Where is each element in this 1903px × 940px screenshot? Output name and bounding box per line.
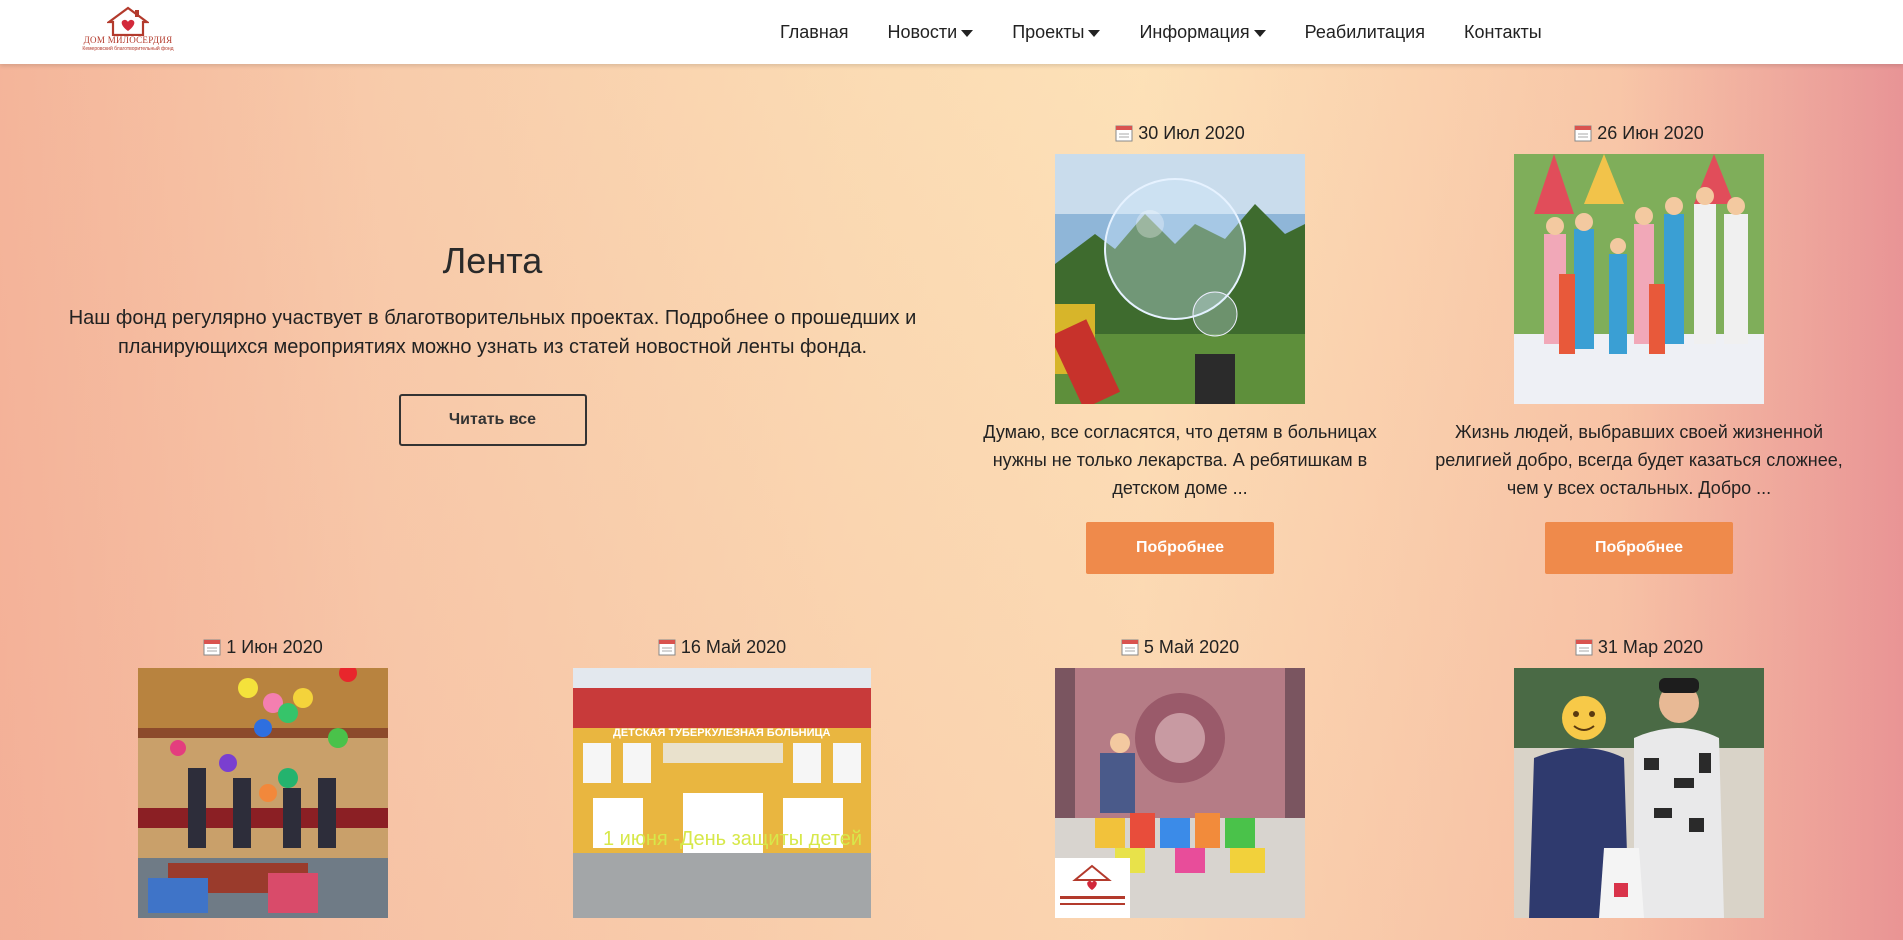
post-excerpt: Думаю, все согласятся, что детям в больн… (983, 422, 1377, 498)
calendar-icon (1575, 639, 1593, 656)
nav-contacts-label: Контакты (1463, 21, 1542, 42)
post-date: 30 Июл 2020 (970, 122, 1390, 144)
hospital-building-image: ДЕТСКАЯ ТУБЕРКУЛЕЗНАЯ БОЛЬНИЦА (573, 668, 871, 918)
post-date-text: 1 Июн 2020 (226, 636, 323, 657)
post-date: 26 Июн 2020 (1429, 122, 1849, 144)
post-date: 5 Май 2020 (970, 636, 1390, 658)
post-date: 16 Май 2020 (512, 636, 932, 658)
post-image[interactable] (138, 668, 388, 918)
calendar-icon (658, 639, 676, 656)
logo-title: ДОМ МИЛОСЕРДИЯ (83, 35, 173, 45)
nav-contacts[interactable]: Контакты (1464, 22, 1542, 43)
post-date-text: 5 Май 2020 (1143, 636, 1240, 657)
image-caption: 1 июня -День защиты детей (603, 828, 863, 850)
caret-down-icon (1088, 29, 1101, 37)
main-nav: Главная Новости Проекты Информация Реаби… (780, 0, 1581, 64)
post-image[interactable] (1514, 154, 1764, 404)
post-date: 31 Мар 2020 (1429, 636, 1849, 658)
nav-info-label: Информация (1139, 21, 1250, 42)
post-date-text: 30 Июл 2020 (1138, 122, 1245, 143)
post-image[interactable] (1055, 154, 1305, 404)
soap-bubbles-image (1055, 154, 1305, 404)
feed-description: Наш фонд регулярно участвует в благотвор… (68, 307, 917, 358)
building-sign: ДЕТСКАЯ ТУБЕРКУЛЕЗНАЯ БОЛЬНИЦА (613, 727, 831, 739)
donations-image (1055, 668, 1305, 918)
logo[interactable]: ДОМ МИЛОСЕРДИЯ Кемеровский благотворител… (78, 6, 178, 58)
read-all-button[interactable]: Читать все (398, 394, 587, 446)
post-image[interactable] (1055, 668, 1305, 918)
header: ДОМ МИЛОСЕРДИЯ Кемеровский благотворител… (0, 0, 1903, 64)
two-people-image (1514, 668, 1764, 918)
nav-rehab-label: Реабилитация (1304, 21, 1425, 42)
feed-title: Лента (442, 240, 543, 281)
nav-rehab[interactable]: Реабилитация (1305, 22, 1425, 43)
feed-intro: Лента Наш фонд регулярно участвует в бла… (40, 240, 945, 446)
nav-info[interactable]: Информация (1139, 21, 1266, 43)
post-image[interactable]: ДЕТСКАЯ ТУБЕРКУЛЕЗНАЯ БОЛЬНИЦА 1 июня -Д… (573, 668, 871, 918)
news-card: 26 Июн 2020 Жизнь людей, выбравших своей… (1429, 122, 1849, 574)
balloons-image (138, 668, 388, 918)
caret-down-icon (1253, 29, 1266, 37)
calendar-icon (203, 639, 221, 656)
nav-home[interactable]: Главная (780, 22, 849, 43)
news-card: 31 Мар 2020 (1429, 636, 1849, 918)
more-button[interactable]: Побробнее (1086, 522, 1274, 574)
news-card: 5 Май 2020 (970, 636, 1390, 918)
caret-down-icon (961, 29, 974, 37)
nav-home-label: Главная (780, 21, 849, 42)
house-heart-icon (107, 6, 149, 36)
post-date-text: 31 Мар 2020 (1597, 636, 1704, 657)
nav-news-label: Новости (887, 21, 958, 42)
nav-projects[interactable]: Проекты (1012, 21, 1101, 43)
calendar-icon (1574, 125, 1592, 142)
children-group-image (1514, 154, 1764, 404)
post-excerpt: Жизнь людей, выбравших своей жизненной р… (1435, 422, 1843, 498)
news-card: 1 Июн 2020 (53, 636, 473, 918)
post-image[interactable] (1514, 668, 1764, 918)
post-date-text: 16 Май 2020 (680, 636, 787, 657)
logo-tagline: Кемеровский благотворительный фонд (82, 46, 174, 52)
news-card: 30 Июл 2020 Думаю, все согласятся, что д… (970, 122, 1390, 574)
nav-projects-label: Проекты (1012, 21, 1085, 42)
post-date-text: 26 Июн 2020 (1597, 122, 1704, 143)
nav-news[interactable]: Новости (888, 22, 974, 43)
more-button[interactable]: Побробнее (1545, 522, 1733, 574)
news-card: 16 Май 2020 ДЕТСКАЯ ТУБЕРКУЛЕЗНАЯ БОЛЬНИ… (512, 636, 932, 918)
calendar-icon (1115, 125, 1133, 142)
calendar-icon (1121, 639, 1139, 656)
post-date: 1 Июн 2020 (53, 636, 473, 658)
